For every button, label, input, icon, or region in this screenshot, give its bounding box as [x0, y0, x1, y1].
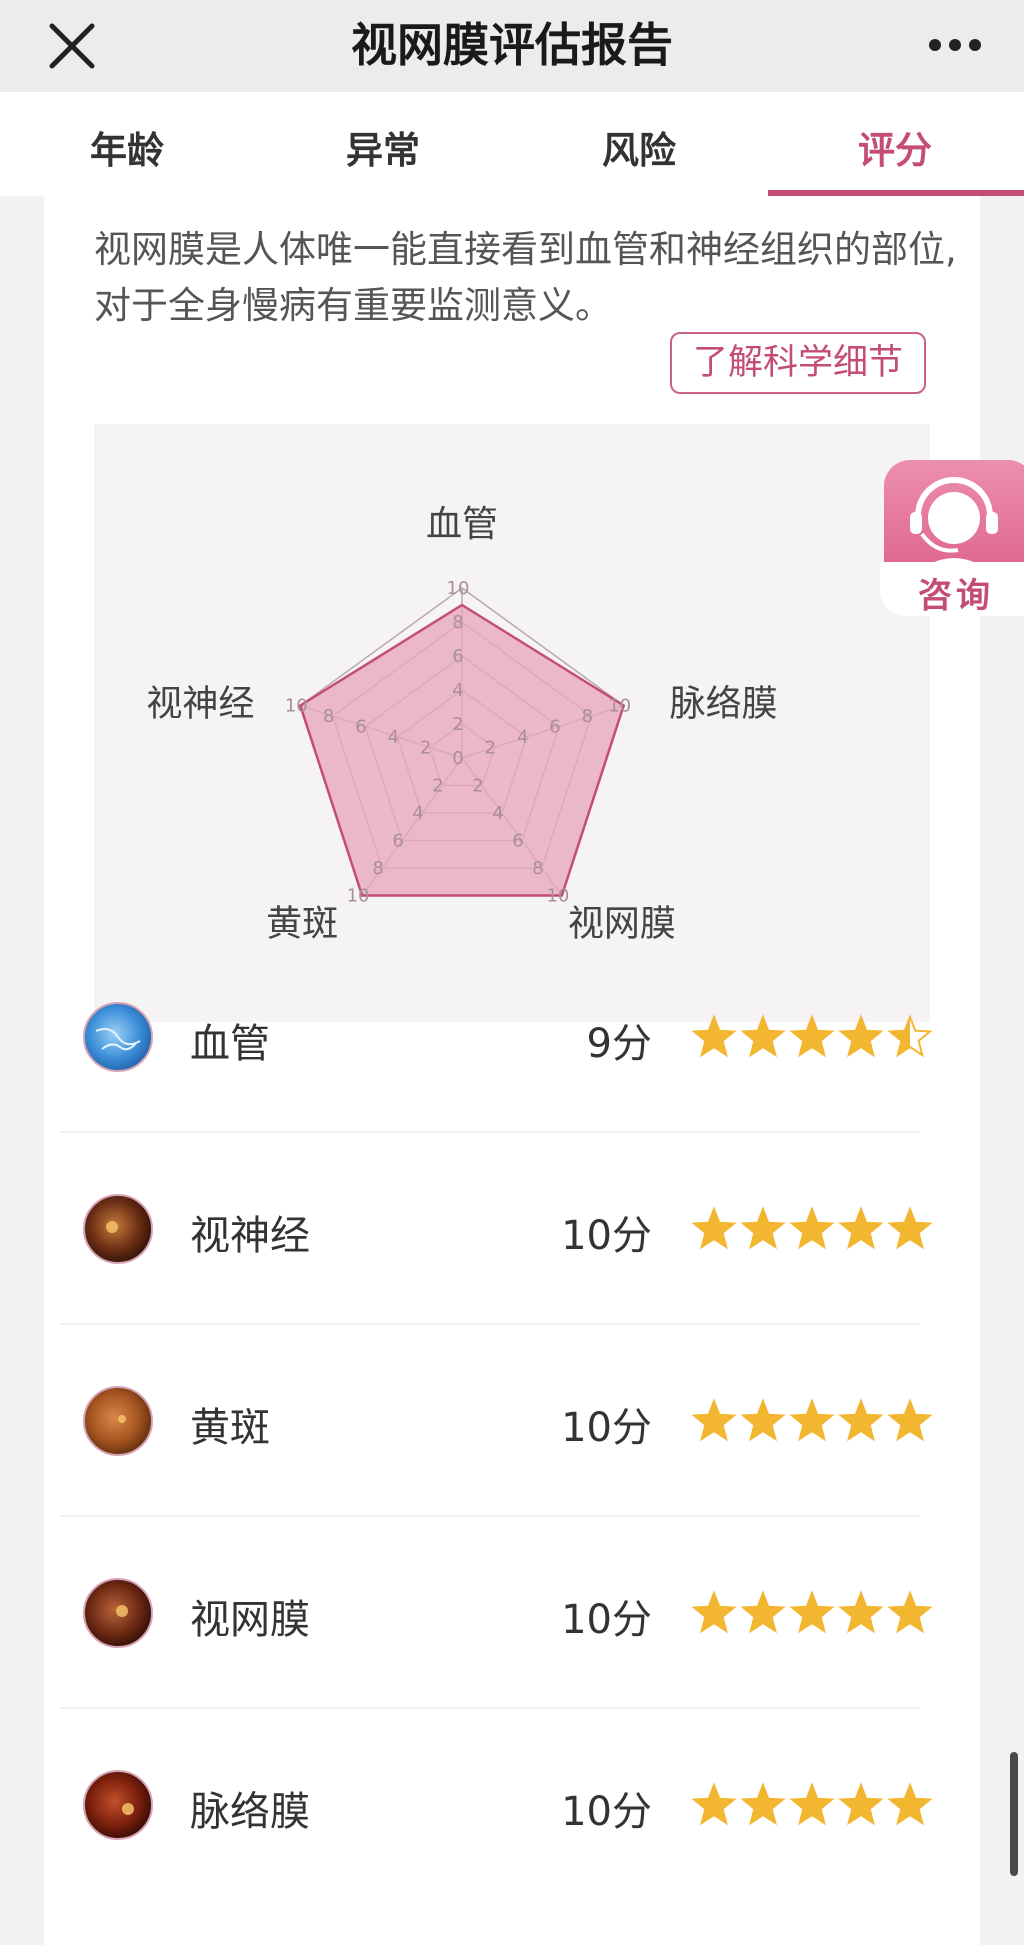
tab-age[interactable]: 年龄	[90, 120, 164, 174]
radar-tick-label: 2	[432, 776, 443, 797]
radar-tick-label: 10	[608, 695, 631, 716]
star-rating	[691, 1013, 933, 1063]
star-icon	[740, 1398, 786, 1442]
star-icon	[740, 1206, 786, 1250]
score-name: 视神经	[190, 1213, 310, 1259]
score-row: 血管 9分	[60, 941, 933, 1131]
star-icon	[789, 1590, 835, 1634]
score-name: 黄斑	[190, 1405, 270, 1451]
star-icon	[740, 1782, 786, 1826]
retina-vessel-icon	[82, 1001, 154, 1073]
radar-tick-label: 10	[347, 886, 370, 907]
score-row: 黄斑 10分	[60, 1325, 933, 1515]
star-rating	[691, 1397, 933, 1447]
score-row: 视网膜 10分	[60, 1517, 933, 1707]
score-value: 10分	[561, 1597, 652, 1643]
radar-axis-label: 黄斑	[266, 904, 338, 945]
radar-tick-label: 10	[447, 578, 470, 599]
radar-tick-label: 2	[485, 737, 496, 758]
more-icon	[929, 39, 981, 51]
star-icon	[740, 1014, 786, 1058]
score-row: 视神经 10分	[60, 1133, 933, 1323]
star-icon	[838, 1206, 884, 1250]
radar-tick-label: 0	[452, 748, 463, 769]
star-rating	[691, 1781, 933, 1831]
star-icon	[887, 1206, 933, 1250]
radar-tick-label: 2	[472, 776, 483, 797]
star-icon	[691, 1398, 737, 1442]
star-icon	[887, 1014, 933, 1058]
score-row: 脉络膜 10分	[60, 1709, 933, 1899]
radar-tick-label: 8	[582, 706, 593, 727]
radar-tick-label: 4	[452, 680, 463, 701]
radar-tick-label: 6	[452, 646, 463, 667]
score-name: 视网膜	[190, 1597, 310, 1643]
tab-risk[interactable]: 风险	[602, 120, 676, 174]
radar-tick-label: 8	[532, 858, 543, 879]
star-icon	[838, 1590, 884, 1634]
more-menu-button[interactable]	[920, 20, 990, 70]
optic-nerve-fundus-icon	[82, 1193, 154, 1265]
radar-tick-label: 4	[388, 727, 399, 748]
radar-axis-label: 脉络膜	[670, 683, 778, 724]
choroid-fundus-icon	[82, 1769, 154, 1841]
radar-tick-label: 4	[517, 727, 528, 748]
radar-tick-label: 8	[372, 858, 383, 879]
scrollbar[interactable]	[1010, 1752, 1018, 1876]
score-value: 10分	[561, 1405, 652, 1451]
radar-tick-label: 6	[549, 716, 560, 737]
radar-tick-label: 6	[392, 831, 403, 852]
title-bar: 视网膜评估报告	[0, 0, 1024, 92]
tab-bar: 年龄 异常 风险 评分	[0, 92, 1024, 196]
star-icon	[887, 1590, 933, 1634]
star-icon	[691, 1782, 737, 1826]
star-icon	[789, 1014, 835, 1058]
retina-fundus-icon	[82, 1577, 154, 1649]
score-name: 血管	[190, 1021, 270, 1067]
radar-tick-label: 4	[492, 803, 503, 824]
star-rating	[691, 1589, 933, 1639]
radar-axis-label: 血管	[426, 504, 498, 545]
radar-chart-panel: 0 2 4 6 8 10 2 4 6 8 10 2 4 6 8 10 2 4 6 8 10 2 4 6 8 10 血管 脉络膜 视网膜黄…	[94, 424, 930, 1022]
radar-tick-label: 8	[452, 612, 463, 633]
radar-tick-label: 6	[355, 716, 366, 737]
radar-tick-label: 6	[512, 831, 523, 852]
star-rating	[691, 1205, 933, 1255]
radar-tick-label: 2	[452, 714, 463, 735]
star-icon	[887, 1398, 933, 1442]
radar-tick-label: 10	[546, 886, 569, 907]
star-icon	[838, 1014, 884, 1058]
star-icon	[691, 1014, 737, 1058]
radar-tick-label: 4	[412, 803, 423, 824]
macula-fundus-icon	[82, 1385, 154, 1457]
star-icon	[838, 1782, 884, 1826]
star-icon	[838, 1398, 884, 1442]
radar-chart: 0246810246810246810246810246810血管脉络膜视网膜黄…	[146, 504, 778, 945]
radar-axis-label: 视神经	[146, 683, 254, 724]
page-title: 视网膜评估报告	[351, 18, 673, 72]
score-value: 10分	[561, 1789, 652, 1835]
score-value: 10分	[561, 1213, 652, 1259]
star-icon	[789, 1398, 835, 1442]
score-value: 9分	[586, 1021, 652, 1067]
score-name: 脉络膜	[190, 1789, 310, 1835]
intro-text: 视网膜是人体唯一能直接看到血管和神经组织的部位,对于全身慢病有重要监测意义。	[94, 228, 957, 327]
tab-score[interactable]: 评分	[858, 120, 932, 174]
star-icon	[789, 1782, 835, 1826]
star-icon	[789, 1206, 835, 1250]
star-icon	[740, 1590, 786, 1634]
consult-button[interactable]: 咨询	[880, 456, 1024, 620]
radar-axis-label: 视网膜	[568, 904, 676, 945]
star-icon	[887, 1782, 933, 1826]
radar-tick-label: 10	[285, 695, 308, 716]
star-icon	[691, 1206, 737, 1250]
star-icon	[691, 1590, 737, 1634]
radar-tick-label: 2	[420, 737, 431, 758]
consult-label: 咨询	[918, 576, 994, 616]
learn-science-details-button[interactable]: 了解科学细节	[670, 332, 926, 394]
radar-tick-label: 8	[323, 706, 334, 727]
tab-abnormal[interactable]: 异常	[346, 120, 420, 174]
